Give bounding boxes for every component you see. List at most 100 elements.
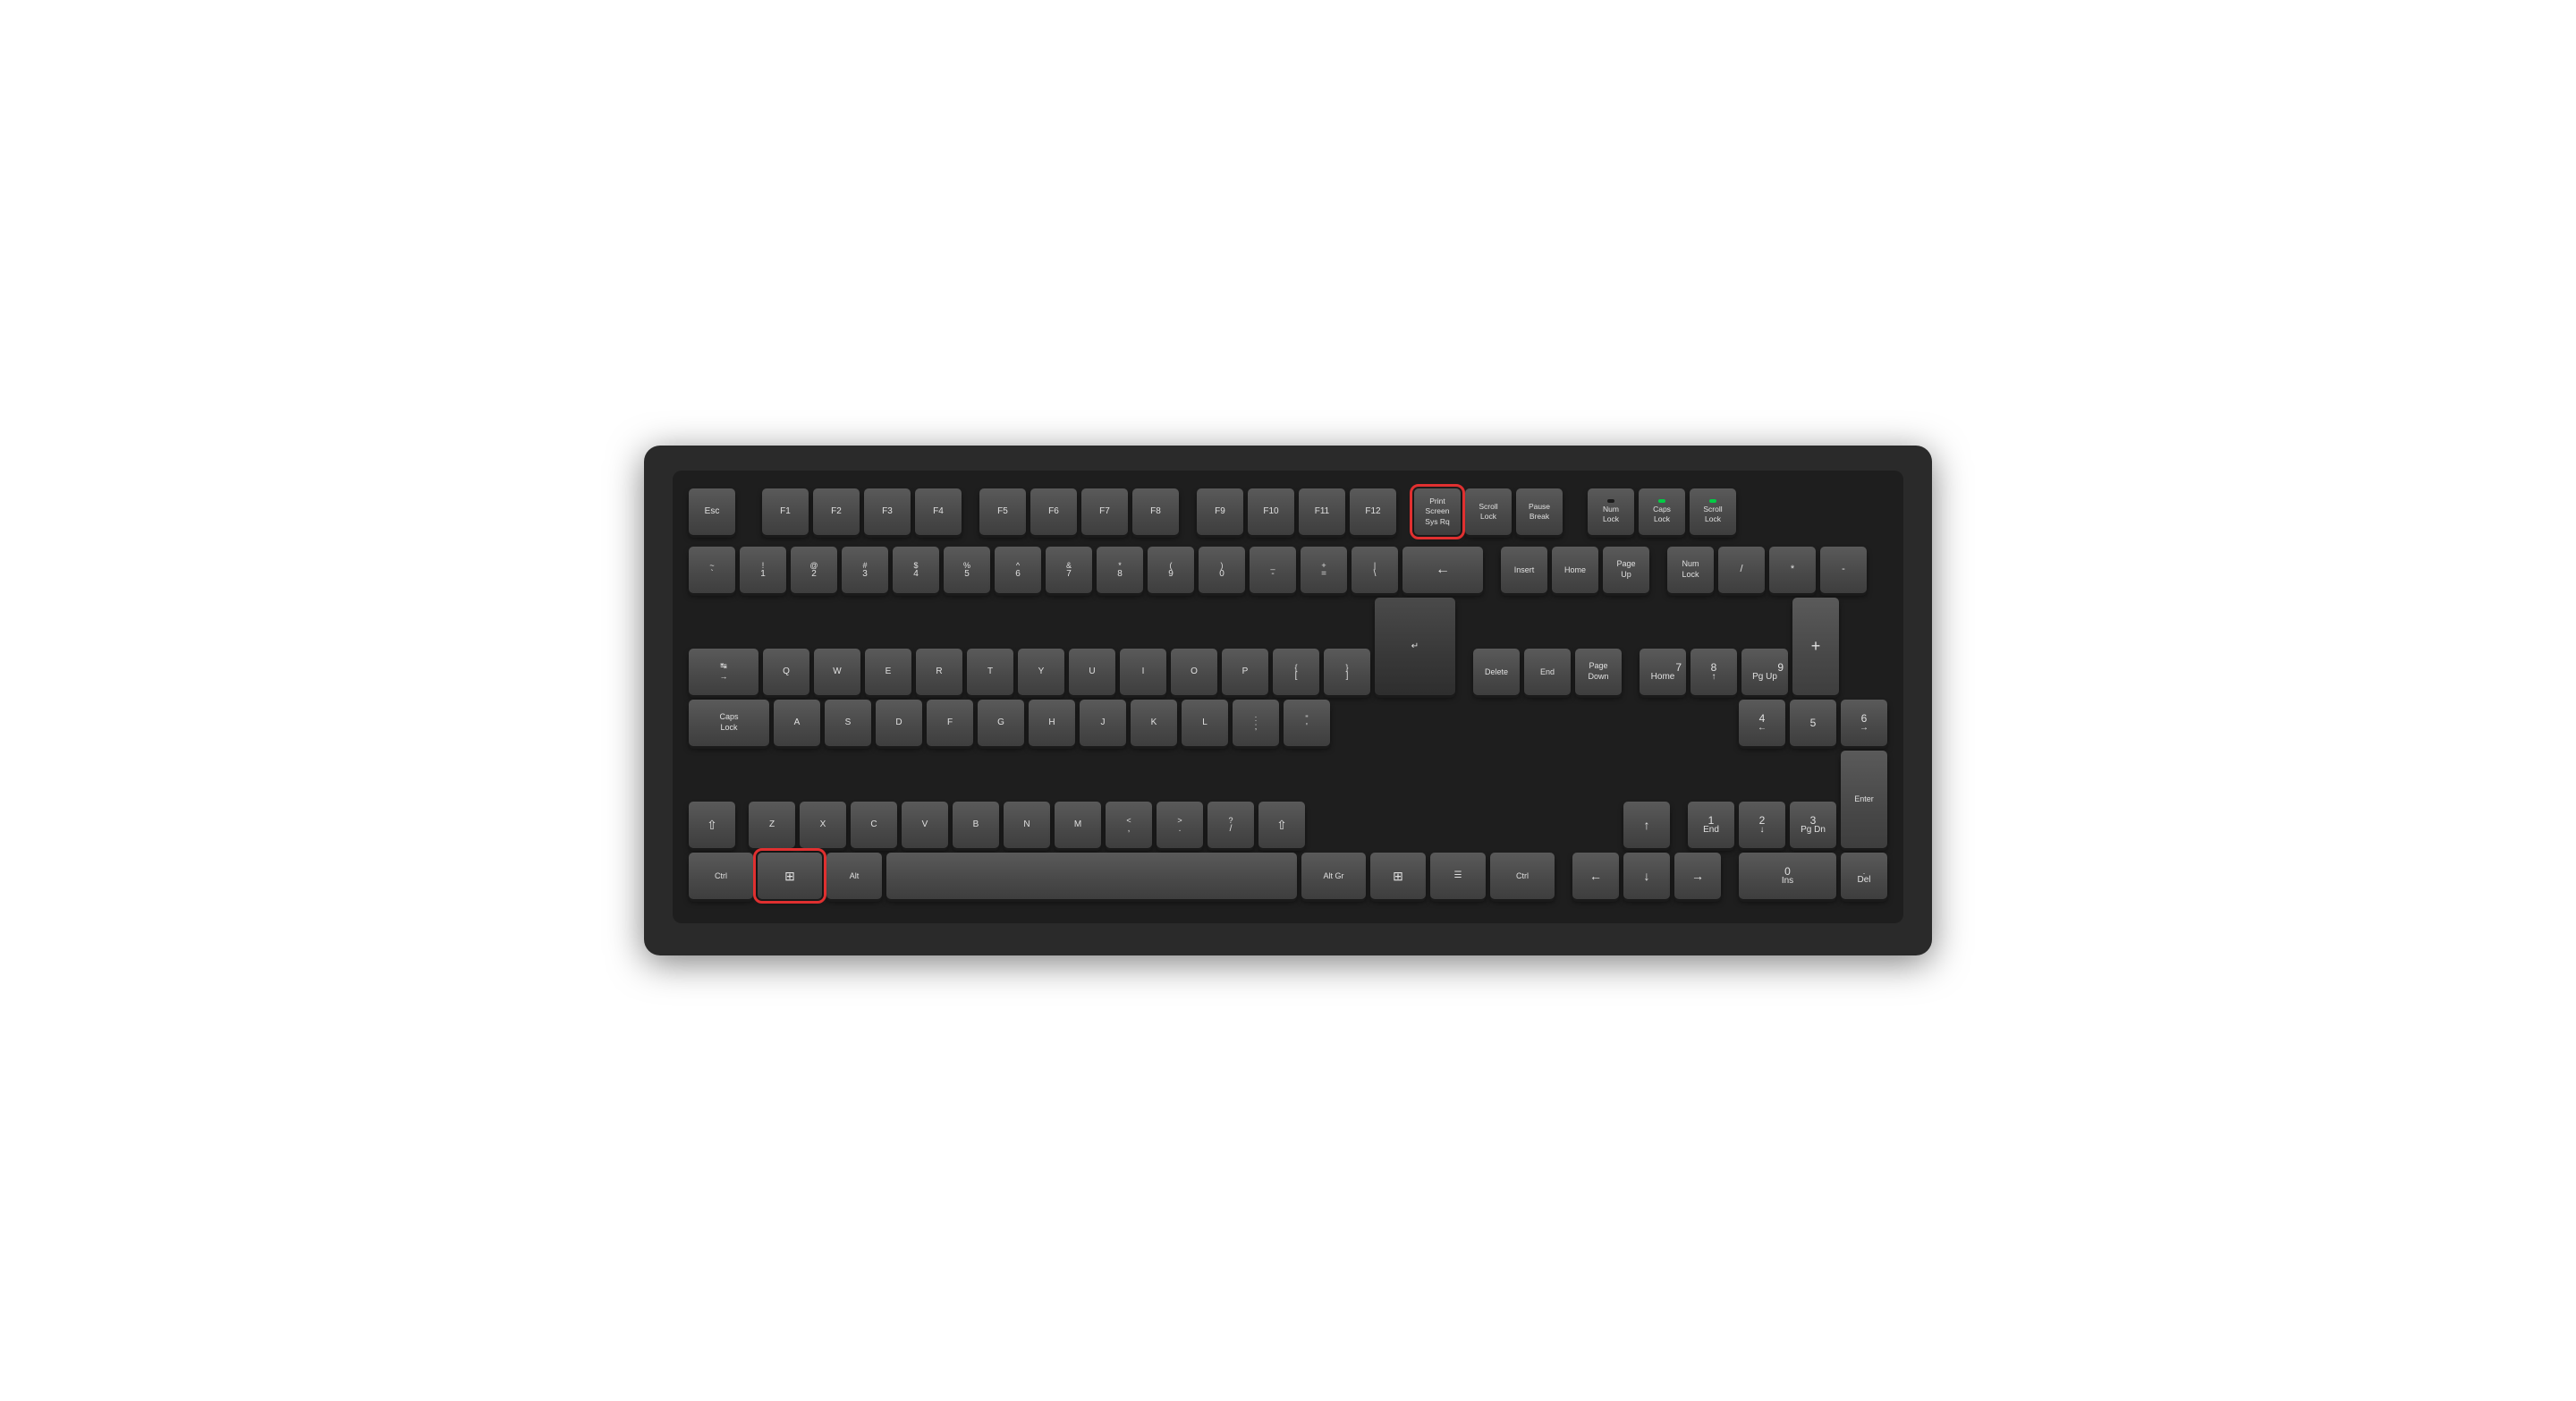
key-right-bracket[interactable]: }] (1324, 649, 1370, 695)
key-slash[interactable]: ?/ (1208, 802, 1254, 848)
key-caps-lock[interactable]: CapsLock (689, 700, 769, 746)
key-tab[interactable]: ↹→ (689, 649, 758, 695)
key-numpad-star[interactable]: * (1769, 547, 1816, 593)
key-numpad-8[interactable]: 8↑ (1690, 649, 1737, 695)
key-4[interactable]: $4 (893, 547, 939, 593)
key-n[interactable]: N (1004, 802, 1050, 848)
key-menu[interactable]: ☰ (1430, 853, 1486, 899)
key-numpad-plus[interactable]: + (1792, 598, 1839, 695)
key-left-win[interactable]: ⊞ (758, 853, 822, 899)
key-e[interactable]: E (865, 649, 911, 695)
key-9[interactable]: (9 (1148, 547, 1194, 593)
key-numpad-2[interactable]: 2↓ (1739, 802, 1785, 848)
key-z[interactable]: Z (749, 802, 795, 848)
key-p[interactable]: P (1222, 649, 1268, 695)
key-f10[interactable]: F10 (1248, 488, 1294, 535)
key-s[interactable]: S (825, 700, 871, 746)
key-f5[interactable]: F5 (979, 488, 1026, 535)
key-page-down[interactable]: PageDown (1575, 649, 1622, 695)
key-arrow-up[interactable]: ↑ (1623, 802, 1670, 848)
key-right-win[interactable]: ⊞ (1370, 853, 1426, 899)
key-u[interactable]: U (1069, 649, 1115, 695)
key-b[interactable]: B (953, 802, 999, 848)
key-arrow-right[interactable]: → (1674, 853, 1721, 899)
key-w[interactable]: W (814, 649, 860, 695)
key-comma[interactable]: <, (1106, 802, 1152, 848)
key-arrow-left[interactable]: ← (1572, 853, 1619, 899)
key-0[interactable]: )0 (1199, 547, 1245, 593)
key-arrow-down[interactable]: ↓ (1623, 853, 1670, 899)
key-numpad-slash[interactable]: / (1718, 547, 1765, 593)
key-numpad-7[interactable]: 7Home (1640, 649, 1686, 695)
key-alt-gr[interactable]: Alt Gr (1301, 853, 1366, 899)
key-d[interactable]: D (876, 700, 922, 746)
key-i[interactable]: I (1120, 649, 1166, 695)
key-left-alt[interactable]: Alt (826, 853, 882, 899)
key-f4[interactable]: F4 (915, 488, 962, 535)
key-space[interactable] (886, 853, 1297, 899)
key-numpad-9[interactable]: 9Pg Up (1741, 649, 1788, 695)
key-y[interactable]: Y (1018, 649, 1064, 695)
key-scroll-lock[interactable]: ScrollLock (1465, 488, 1512, 535)
key-f2[interactable]: F2 (813, 488, 860, 535)
key-f9[interactable]: F9 (1197, 488, 1243, 535)
key-g[interactable]: G (978, 700, 1024, 746)
key-c[interactable]: C (851, 802, 897, 848)
key-tilde[interactable]: ~` (689, 547, 735, 593)
key-period[interactable]: >. (1157, 802, 1203, 848)
key-scroll-lock-indicator[interactable]: ScrollLock (1690, 488, 1736, 535)
key-numlock[interactable]: NumLock (1667, 547, 1714, 593)
key-quote[interactable]: "' (1284, 700, 1330, 746)
key-h[interactable]: H (1029, 700, 1075, 746)
key-pause[interactable]: PauseBreak (1516, 488, 1563, 535)
key-pipe[interactable]: |\ (1352, 547, 1398, 593)
key-home[interactable]: Home (1552, 547, 1598, 593)
key-r[interactable]: R (916, 649, 962, 695)
key-a[interactable]: A (774, 700, 820, 746)
key-page-up[interactable]: PageUp (1603, 547, 1649, 593)
key-equals[interactable]: += (1301, 547, 1347, 593)
key-numpad-enter[interactable]: Enter (1841, 751, 1887, 848)
key-3[interactable]: #3 (842, 547, 888, 593)
key-semicolon[interactable]: :; (1233, 700, 1279, 746)
key-minus[interactable]: _- (1250, 547, 1296, 593)
key-numpad-3[interactable]: 3Pg Dn (1790, 802, 1836, 848)
key-numpad-4[interactable]: 4← (1739, 700, 1785, 746)
key-v[interactable]: V (902, 802, 948, 848)
key-numpad-0[interactable]: 0Ins (1739, 853, 1836, 899)
key-num-lock-indicator[interactable]: NumLock (1588, 488, 1634, 535)
key-numpad-1[interactable]: 1End (1688, 802, 1734, 848)
key-f1[interactable]: F1 (762, 488, 809, 535)
key-f7[interactable]: F7 (1081, 488, 1128, 535)
key-7[interactable]: &7 (1046, 547, 1092, 593)
key-1[interactable]: !1 (740, 547, 786, 593)
key-numpad-dot[interactable]: .Del (1841, 853, 1887, 899)
key-x[interactable]: X (800, 802, 846, 848)
key-j[interactable]: J (1080, 700, 1126, 746)
key-f12[interactable]: F12 (1350, 488, 1396, 535)
key-l[interactable]: L (1182, 700, 1228, 746)
key-f6[interactable]: F6 (1030, 488, 1077, 535)
key-8[interactable]: *8 (1097, 547, 1143, 593)
key-2[interactable]: @2 (791, 547, 837, 593)
key-left-bracket[interactable]: {[ (1273, 649, 1319, 695)
key-delete[interactable]: Delete (1473, 649, 1520, 695)
key-right-ctrl[interactable]: Ctrl (1490, 853, 1555, 899)
key-t[interactable]: T (967, 649, 1013, 695)
key-numpad-6[interactable]: 6→ (1841, 700, 1887, 746)
key-right-shift[interactable]: ⇧ (1258, 802, 1305, 848)
key-5[interactable]: %5 (944, 547, 990, 593)
key-print-screen[interactable]: PrintScreenSys Rq (1414, 488, 1461, 535)
key-m[interactable]: M (1055, 802, 1101, 848)
key-f[interactable]: F (927, 700, 973, 746)
key-esc[interactable]: Esc (689, 488, 735, 535)
key-o[interactable]: O (1171, 649, 1217, 695)
key-f8[interactable]: F8 (1132, 488, 1179, 535)
key-f11[interactable]: F11 (1299, 488, 1345, 535)
key-insert[interactable]: Insert (1501, 547, 1547, 593)
key-backspace[interactable]: ← (1402, 547, 1483, 593)
key-numpad-minus[interactable]: - (1820, 547, 1867, 593)
key-numpad-5[interactable]: 5 (1790, 700, 1836, 746)
key-f3[interactable]: F3 (864, 488, 911, 535)
key-end[interactable]: End (1524, 649, 1571, 695)
